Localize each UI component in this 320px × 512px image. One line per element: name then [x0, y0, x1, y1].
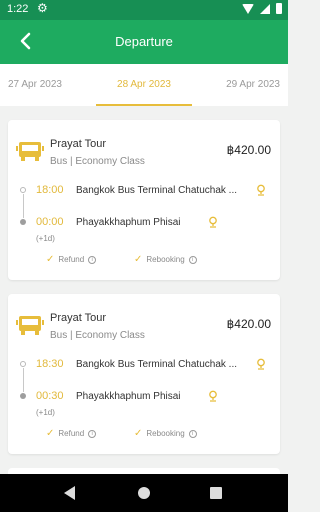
departure-place: Bangkok Bus Terminal Chatuchak ...	[76, 185, 238, 196]
location-pin-icon[interactable]	[208, 216, 218, 228]
trip-price: ฿420.00	[226, 143, 271, 157]
date-tabs: 27 Apr 2023 28 Apr 2023 29 Apr 2023	[0, 64, 288, 106]
status-icons	[242, 3, 282, 14]
departure-dot	[20, 187, 26, 193]
arrival-place: Phayakkhaphum Phisai	[76, 391, 181, 402]
signal-icon	[260, 3, 270, 14]
page-title: Departure	[115, 34, 173, 49]
status-bar: 1:22 ⚙	[0, 0, 288, 20]
operator-name: Prayat Tour	[50, 312, 107, 324]
info-icon[interactable]: i	[88, 255, 97, 264]
bus-class: Bus | Economy Class	[50, 330, 145, 341]
rebooking-label: Rebooking	[146, 429, 185, 438]
nav-back-icon[interactable]	[64, 486, 75, 500]
battery-icon	[276, 3, 282, 14]
route-timeline	[20, 187, 26, 227]
departure-dot	[20, 361, 26, 367]
day-offset: (+1d)	[36, 408, 55, 417]
trip-card[interactable]: Prayat Tour Bus | Economy Class ฿420.00 …	[8, 294, 280, 454]
refund-label: Refund	[58, 255, 85, 264]
arrival-time: 00:00	[36, 216, 64, 228]
day-offset: (+1d)	[36, 234, 55, 243]
arrival-dot	[20, 393, 26, 399]
rebooking-policy[interactable]: ✓ Rebooking i	[134, 254, 197, 265]
arrival-time: 00:30	[36, 390, 64, 402]
arrival-place: Phayakkhaphum Phisai	[76, 217, 181, 228]
check-icon: ✓	[46, 428, 55, 439]
location-pin-icon[interactable]	[256, 358, 266, 370]
location-pin-icon[interactable]	[256, 184, 266, 196]
bus-icon	[16, 142, 44, 161]
departure-time: 18:00	[36, 184, 64, 196]
status-time: 1:22	[7, 3, 29, 15]
info-icon[interactable]: i	[88, 429, 97, 438]
trip-card[interactable]: Prayat Tour Bus | Economy Class ฿420.00 …	[8, 120, 280, 280]
nav-recents-icon[interactable]	[210, 487, 222, 499]
departure-place: Bangkok Bus Terminal Chatuchak ...	[76, 359, 238, 370]
info-icon[interactable]: i	[188, 429, 197, 438]
route-line	[22, 194, 24, 218]
route-line	[22, 368, 24, 392]
trip-price: ฿420.00	[226, 317, 271, 331]
bus-class: Bus | Economy Class	[50, 156, 145, 167]
departure-time: 18:30	[36, 358, 64, 370]
location-pin-icon[interactable]	[208, 390, 218, 402]
active-tab-indicator	[96, 104, 192, 106]
check-icon: ✓	[134, 428, 143, 439]
wifi-icon	[242, 3, 254, 14]
arrival-dot	[20, 219, 26, 225]
refund-label: Refund	[58, 429, 85, 438]
route-timeline	[20, 361, 26, 401]
gear-icon: ⚙	[37, 1, 48, 15]
refund-policy[interactable]: ✓ Refund i	[46, 254, 97, 265]
bus-icon	[16, 316, 44, 335]
nav-home-icon[interactable]	[138, 487, 150, 499]
app-bar: Departure	[0, 20, 288, 64]
info-icon[interactable]: i	[188, 255, 197, 264]
system-nav-bar	[0, 474, 288, 512]
rebooking-label: Rebooking	[146, 255, 185, 264]
check-icon: ✓	[134, 254, 143, 265]
rebooking-policy[interactable]: ✓ Rebooking i	[134, 428, 197, 439]
tab-date-next[interactable]: 29 Apr 2023	[226, 79, 280, 90]
check-icon: ✓	[46, 254, 55, 265]
operator-name: Prayat Tour	[50, 138, 107, 150]
refund-policy[interactable]: ✓ Refund i	[46, 428, 97, 439]
